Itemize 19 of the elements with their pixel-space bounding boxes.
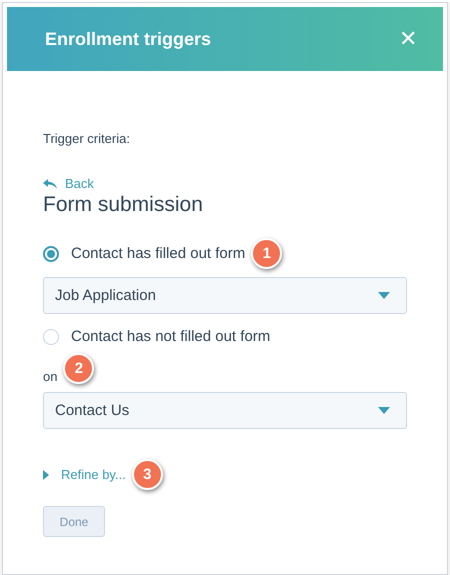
- option-label: Contact has not filled out form: [71, 328, 270, 346]
- modal-title: Enrollment triggers: [45, 28, 212, 50]
- form-dropdown[interactable]: Contact Us: [43, 392, 407, 430]
- caret-icon: [378, 292, 390, 300]
- back-link[interactable]: Back: [43, 176, 94, 191]
- criteria-label: Trigger criteria:: [43, 131, 131, 146]
- on-label: on: [43, 369, 58, 384]
- back-arrow-icon: [43, 178, 57, 188]
- option-label: Contact has filled out form: [71, 245, 246, 262]
- callout-badge: 1: [251, 238, 282, 270]
- form-dropdown[interactable]: Job Application: [43, 277, 407, 314]
- callout-badge: 2: [63, 353, 94, 384]
- refine-link[interactable]: Refine by...: [43, 467, 126, 482]
- callout-badge: 3: [132, 459, 163, 490]
- section-heading: Form submission: [43, 193, 204, 217]
- expand-triangle-icon: [43, 470, 49, 480]
- close-button[interactable]: ✕: [399, 28, 417, 50]
- radio-button[interactable]: [43, 246, 59, 262]
- caret-icon: [378, 407, 390, 414]
